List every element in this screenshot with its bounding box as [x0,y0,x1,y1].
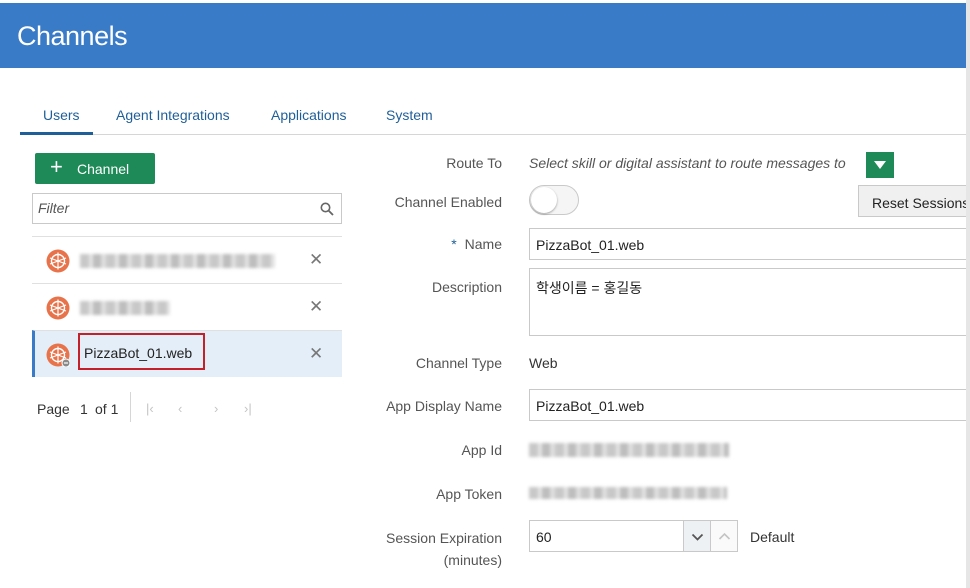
toggle-knob [531,187,557,213]
description-field-box: 학생이름 = 홍길동 [529,268,966,336]
default-label: Default [750,529,795,545]
list-item[interactable]: ✕ [32,236,342,283]
description-label: Description [431,279,502,295]
redacted-channel-name [80,301,170,315]
name-input[interactable] [536,237,936,253]
description-textarea[interactable]: 학생이름 = 홍길동 [536,278,642,298]
app-display-name-label: App Display Name [386,398,502,414]
add-channel-label: Channel [77,161,130,177]
last-page-icon[interactable]: ›| [244,401,252,416]
delete-channel-icon[interactable]: ✕ [309,297,323,317]
tab-system[interactable]: System [386,107,433,123]
redacted-app-id [529,443,729,457]
required-marker: * [451,236,457,252]
app-token-label: App Token [436,486,502,502]
session-expiration-unit-label: (minutes) [443,552,502,568]
route-to-dropdown-button[interactable] [866,152,894,178]
chevron-up-icon [718,532,731,540]
channel-enabled-label: Channel Enabled [394,194,502,210]
name-field-box [529,228,966,260]
web-channel-icon [46,343,70,367]
page-header: Channels [0,3,966,68]
page-total: of 1 [95,401,119,417]
app-id-label: App Id [461,442,502,458]
app-display-name-input[interactable] [536,398,936,414]
chevron-down-icon [691,533,704,541]
route-to-select[interactable]: Select skill or digital assistant to rou… [529,155,846,171]
active-tab-indicator [20,132,93,135]
web-channel-icon [46,296,70,320]
delete-channel-icon[interactable]: ✕ [309,250,323,270]
tab-users[interactable]: Users [43,107,80,132]
page-number[interactable]: 1 [80,401,88,417]
tab-applications[interactable]: Applications [271,107,347,123]
list-item-selected[interactable]: PizzaBot_01.web ✕ [32,330,342,377]
name-label-text: Name [464,236,502,252]
channel-enabled-toggle[interactable] [529,185,579,215]
add-channel-button[interactable]: + Channel [35,153,155,184]
page-label: Page [37,401,70,417]
app-display-name-field-box [529,389,966,421]
plus-icon: + [50,154,63,179]
page-title: Channels [17,21,128,51]
next-page-icon[interactable]: › [214,401,218,416]
pager-divider [130,392,131,422]
name-label: * Name [302,236,502,252]
reset-sessions-button[interactable]: Reset Sessions [858,185,966,217]
channel-type-label: Channel Type [415,355,502,371]
tab-agent-integrations[interactable]: Agent Integrations [116,107,230,123]
decrement-button[interactable] [684,520,711,552]
selected-channel-name: PizzaBot_01.web [78,333,205,370]
previous-page-icon[interactable]: ‹ [178,401,182,416]
scrollbar[interactable] [966,0,970,588]
session-expiration-value-box [529,520,684,552]
web-channel-icon [46,249,70,273]
session-expiration-label: Session Expiration [386,530,502,546]
route-to-label: Route To [446,155,502,171]
redacted-app-token [529,487,727,499]
session-expiration-stepper [529,520,738,552]
channel-type-value: Web [529,355,558,371]
tab-bar: Users Agent Integrations Applications Sy… [20,103,966,135]
increment-button[interactable] [711,520,738,552]
session-expiration-input[interactable] [536,529,676,545]
list-item[interactable]: ✕ [32,283,342,330]
first-page-icon[interactable]: |‹ [146,401,154,416]
filter-input[interactable] [38,200,308,216]
redacted-channel-name [80,254,275,268]
filter-box [32,193,342,224]
channel-list: ✕ ✕ PizzaBot_01.web ✕ [32,236,342,377]
